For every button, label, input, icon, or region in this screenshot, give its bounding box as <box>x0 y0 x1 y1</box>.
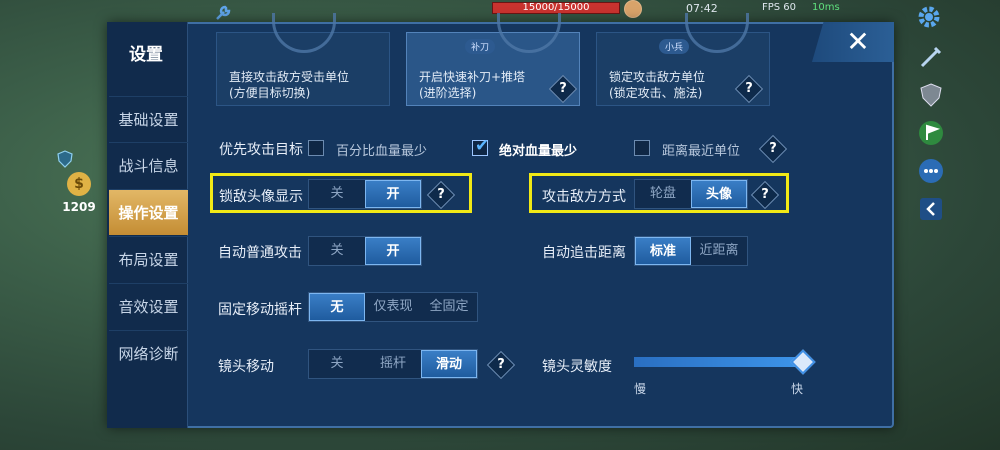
settings-title: 设置 <box>129 45 163 65</box>
card-description: 直接攻击敌方受击单位 (方便目标切换) <box>229 70 350 100</box>
joystick-visual-only-option[interactable]: 仅表现 <box>365 293 421 321</box>
slider-min-label: 慢 <box>634 382 647 396</box>
sidebar-item-network[interactable]: 网络诊断 <box>109 330 188 376</box>
ping-readout: 10ms <box>812 2 840 13</box>
card-preview-graphic <box>685 13 749 53</box>
hud-right-area <box>900 0 1000 450</box>
card-description: 开启快速补刀+推塔 (进阶选择) <box>419 70 526 100</box>
sword-icon[interactable] <box>918 44 944 70</box>
money-bag-icon: $ <box>67 172 91 196</box>
option-label: 距离最近单位 <box>662 144 741 159</box>
checkbox-lowest-percent-hp[interactable] <box>308 140 324 156</box>
close-button[interactable]: ✕ <box>812 22 894 62</box>
camera-joystick-option[interactable]: 摇杆 <box>365 350 421 378</box>
attack-mode-toggle: 轮盘 头像 <box>634 179 748 209</box>
auto-chase-standard-option[interactable]: 标准 <box>635 237 691 265</box>
auto-attack-on-option[interactable]: 开 <box>365 237 421 265</box>
auto-chase-label: 自动追击距离 <box>542 245 626 261</box>
shield-badge-icon[interactable] <box>918 82 944 108</box>
gold-counter[interactable]: $ 1209 <box>58 172 100 226</box>
card-description: 锁定攻击敌方单位 (锁定攻击、施法) <box>609 70 706 100</box>
slider-max-label: 快 <box>791 382 804 396</box>
card-badge: 补刀 <box>465 39 496 54</box>
sidebar-item-sound[interactable]: 音效设置 <box>109 283 188 329</box>
option-label: 百分比血量最少 <box>336 144 428 159</box>
card-preview-graphic <box>272 13 336 53</box>
joystick-none-option[interactable]: 无 <box>309 293 365 321</box>
fps-readout: FPS 60 <box>762 2 797 13</box>
checkbox-lowest-absolute-hp[interactable]: ✔ <box>472 136 489 156</box>
sidebar-item-battle-info[interactable]: 战斗信息 <box>109 142 188 188</box>
lock-avatar-toggle: 关 开 <box>308 179 422 209</box>
gold-amount: 1209 <box>62 200 96 214</box>
card-badge: 小兵 <box>659 39 690 54</box>
checkbox-nearest-unit[interactable] <box>634 140 650 156</box>
sensitivity-slider-track[interactable] <box>634 357 804 367</box>
auto-attack-toggle: 关 开 <box>308 236 422 266</box>
option-label: 绝对血量最少 <box>499 144 578 159</box>
camera-move-toggle: 关 摇杆 滑动 <box>308 349 478 379</box>
auto-chase-toggle: 标准 近距离 <box>634 236 748 266</box>
hero-avatar <box>624 0 642 18</box>
hud-left-area <box>0 20 108 450</box>
joystick-fully-fixed-option[interactable]: 全固定 <box>421 293 477 321</box>
camera-sensitivity-label: 镜头灵敏度 <box>542 359 612 375</box>
sidebar-item-controls[interactable]: 操作设置 <box>109 189 188 235</box>
help-icon[interactable]: ? <box>548 74 578 104</box>
gear-icon[interactable] <box>916 4 942 30</box>
fixed-joystick-label: 固定移动摇杆 <box>218 302 302 318</box>
targeting-card-quick-lasthit[interactable]: 补刀 开启快速补刀+推塔 (进阶选择) ? <box>406 13 580 106</box>
lock-avatar-off-option[interactable]: 关 <box>309 180 365 208</box>
camera-move-label: 镜头移动 <box>218 359 274 375</box>
wrench-icon <box>216 5 231 20</box>
targeting-card-direct[interactable]: 直接攻击敌方受击单位 (方便目标切换) <box>216 13 390 106</box>
shield-icon[interactable] <box>56 150 74 168</box>
targeting-card-lock-target[interactable]: 小兵 锁定攻击敌方单位 (锁定攻击、施法) ? <box>596 13 770 106</box>
chat-icon[interactable] <box>918 158 944 184</box>
lock-avatar-label: 锁敌头像显示 <box>219 189 303 205</box>
attack-mode-wheel-option[interactable]: 轮盘 <box>635 180 691 208</box>
checkmark-icon: ✔ <box>475 136 490 156</box>
priority-target-label: 优先攻击目标 <box>219 142 303 158</box>
sidebar-item-basic[interactable]: 基础设置 <box>109 96 188 142</box>
camera-off-option[interactable]: 关 <box>309 350 365 378</box>
auto-attack-label: 自动普通攻击 <box>218 245 302 261</box>
sidebar-item-layout[interactable]: 布局设置 <box>109 236 188 282</box>
card-preview-graphic <box>497 13 561 53</box>
auto-chase-close-option[interactable]: 近距离 <box>691 237 747 265</box>
camera-swipe-option[interactable]: 滑动 <box>421 350 477 378</box>
chevron-left-icon[interactable] <box>918 196 944 222</box>
lock-avatar-on-option[interactable]: 开 <box>365 180 421 208</box>
auto-attack-off-option[interactable]: 关 <box>309 237 365 265</box>
flag-icon[interactable] <box>918 120 944 146</box>
attack-mode-label: 攻击敌方方式 <box>542 189 626 205</box>
help-icon[interactable]: ? <box>734 74 764 104</box>
fixed-joystick-toggle: 无 仅表现 全固定 <box>308 292 478 322</box>
attack-mode-avatar-option[interactable]: 头像 <box>691 180 747 208</box>
